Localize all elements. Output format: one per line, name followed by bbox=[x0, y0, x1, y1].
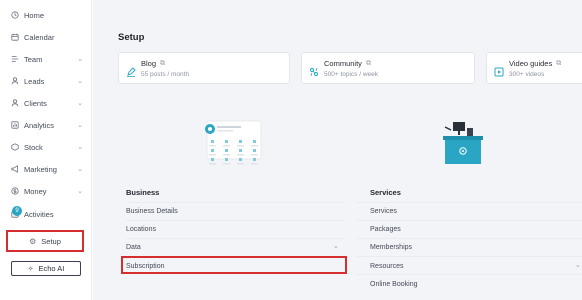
external-link-icon: ⧉ bbox=[365, 59, 371, 67]
main-area: Setup Blog ⧉ 55 posts / month Community ⧉ … bbox=[93, 0, 582, 300]
memberships-row[interactable]: Memberships bbox=[370, 240, 412, 254]
sidebar-item-clients[interactable]: Clients ⌄ bbox=[0, 94, 92, 112]
chevron-down-icon: ⌄ bbox=[77, 122, 83, 129]
chevron-down-icon: ⌄ bbox=[77, 100, 83, 107]
subscription-highlight bbox=[121, 256, 347, 274]
analytics-icon bbox=[10, 121, 19, 130]
pencil-icon bbox=[126, 64, 136, 77]
card-title: Video guides bbox=[509, 59, 553, 68]
sidebar-item-label: Clients bbox=[24, 98, 47, 108]
sidebar-item-label: Money bbox=[24, 186, 47, 196]
sidebar-item-stock[interactable]: Stock ⌄ bbox=[0, 138, 92, 156]
business-details-row[interactable]: Business Details bbox=[126, 204, 178, 218]
divider bbox=[126, 238, 344, 239]
locations-row[interactable]: Locations bbox=[126, 222, 156, 236]
sidebar-item-leads[interactable]: Leads ⌄ bbox=[0, 72, 92, 90]
setup-button[interactable]: ⚙ Setup bbox=[6, 230, 84, 252]
sidebar-item-label: Home bbox=[24, 10, 45, 20]
card-title: Community bbox=[324, 59, 362, 68]
external-link-icon: ⧉ bbox=[160, 59, 166, 67]
chevron-down-icon: ⌄ bbox=[77, 166, 83, 173]
sidebar-item-label: Calendar bbox=[24, 32, 55, 42]
chevron-down-icon: ⌄ bbox=[77, 188, 83, 195]
activities-badge: 9 bbox=[12, 206, 22, 216]
divider bbox=[356, 274, 582, 275]
page-title: Setup bbox=[118, 32, 145, 43]
video-guides-card[interactable]: Video guides ⧉ 300+ videos bbox=[486, 52, 582, 84]
sidebar-item-label: Leads bbox=[24, 76, 45, 86]
online-booking-row[interactable]: Online Booking bbox=[370, 277, 417, 291]
sidebar-item-team[interactable]: Team ⌄ bbox=[0, 50, 92, 68]
setup-label: Setup bbox=[41, 236, 61, 246]
blog-card[interactable]: Blog ⧉ 55 posts / month bbox=[118, 52, 290, 84]
services-row[interactable]: Services bbox=[370, 204, 397, 218]
clock-icon bbox=[10, 11, 19, 20]
chevron-down-icon: ⌄ bbox=[77, 144, 83, 151]
external-link-icon: ⧉ bbox=[556, 59, 562, 67]
echo-ai-label: Echo AI bbox=[38, 264, 65, 273]
sidebar: Home Calendar Team ⌄ Leads ⌄ Clients ⌄ A… bbox=[0, 0, 92, 300]
business-illustration bbox=[191, 117, 262, 177]
box-icon bbox=[10, 143, 19, 152]
card-subtitle: 300+ videos bbox=[509, 71, 545, 78]
divider bbox=[356, 256, 582, 257]
sidebar-item-analytics[interactable]: Analytics ⌄ bbox=[0, 116, 92, 134]
services-heading: Services bbox=[370, 188, 401, 197]
sidebar-item-money[interactable]: Money ⌄ bbox=[0, 182, 92, 200]
card-subtitle: 55 posts / month bbox=[141, 71, 190, 78]
divider bbox=[356, 220, 582, 221]
community-icon bbox=[309, 64, 319, 77]
sidebar-item-marketing[interactable]: Marketing ⌄ bbox=[0, 160, 92, 178]
leads-icon bbox=[10, 77, 19, 86]
chevron-down-icon: ⌄ bbox=[77, 56, 83, 63]
sidebar-item-label: Analytics bbox=[24, 120, 55, 130]
divider bbox=[356, 202, 582, 203]
user-icon bbox=[10, 99, 19, 108]
sidebar-item-calendar[interactable]: Calendar bbox=[0, 28, 92, 46]
team-icon bbox=[10, 55, 19, 64]
sidebar-item-label: Stock bbox=[24, 142, 43, 152]
packages-row[interactable]: Packages bbox=[370, 222, 401, 236]
video-icon bbox=[494, 64, 504, 77]
gear-icon: ⚙ bbox=[29, 236, 37, 246]
sparkle-icon: ✧ bbox=[27, 265, 34, 273]
chevron-down-icon: ⌄ bbox=[575, 262, 581, 269]
divider bbox=[356, 238, 582, 239]
calendar-icon bbox=[10, 33, 19, 42]
sidebar-item-label: Marketing bbox=[24, 164, 57, 174]
card-title: Blog bbox=[141, 59, 157, 68]
services-illustration bbox=[435, 118, 491, 170]
sidebar-item-home[interactable]: Home bbox=[0, 6, 92, 24]
chevron-down-icon: ⌄ bbox=[333, 243, 339, 250]
divider bbox=[126, 220, 344, 221]
megaphone-icon bbox=[10, 165, 19, 174]
sidebar-item-label: Activities bbox=[24, 209, 54, 219]
chevron-down-icon: ⌄ bbox=[77, 78, 83, 85]
money-icon bbox=[10, 187, 19, 196]
divider bbox=[126, 202, 344, 203]
card-subtitle: 500+ topics / week bbox=[324, 71, 379, 78]
data-row[interactable]: Data bbox=[126, 240, 141, 254]
community-card[interactable]: Community ⧉ 500+ topics / week bbox=[301, 52, 475, 84]
business-heading: Business bbox=[126, 188, 160, 197]
echo-ai-button[interactable]: ✧ Echo AI bbox=[11, 261, 81, 276]
sidebar-item-label: Team bbox=[24, 54, 43, 64]
resources-row[interactable]: Resources bbox=[370, 259, 403, 273]
